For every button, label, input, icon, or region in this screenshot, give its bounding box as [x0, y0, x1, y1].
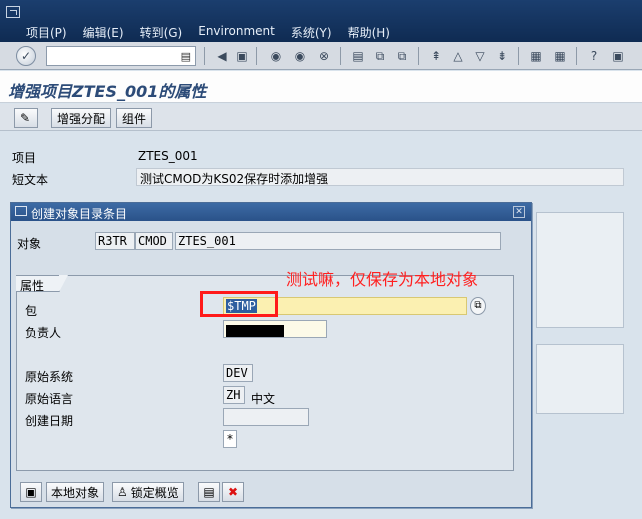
application-toolbar: ✎ 增强分配 组件 [0, 104, 642, 131]
toolbar-separator [340, 47, 341, 65]
short-text-label: 短文本 [12, 173, 49, 187]
toolbar-separator [204, 47, 205, 65]
previous-page-icon[interactable]: △ [448, 46, 468, 66]
background-panel [536, 212, 624, 328]
save-icon[interactable]: ▣ [232, 46, 252, 66]
local-object-label: 本地对象 [51, 485, 100, 500]
dialog-footer: ▣ 本地对象 ♙ 锁定概览 ▤ ✖ [16, 481, 526, 505]
orig-system-field: DEV [223, 364, 253, 382]
star-field: * [223, 430, 237, 448]
create-catalog-entry-dialog: 创建对象目录条目 ✕ 对象 R3TR CMOD ZTES_001 属性 包 $T… [10, 202, 532, 508]
display-change-button[interactable]: ✎ [14, 108, 38, 128]
find-icon[interactable]: ⧉ [370, 46, 390, 66]
print-icon[interactable]: ▤ [348, 46, 368, 66]
cancel-icon: ✖ [227, 485, 239, 499]
last-page-icon[interactable]: ⇟ [492, 46, 512, 66]
owner-redacted [226, 324, 284, 337]
value-help-icon[interactable]: ⧉ [470, 297, 486, 315]
cancel-button[interactable]: ✖ [222, 482, 244, 502]
orig-lang-name: 中文 [251, 392, 276, 406]
lock-overview-label: 锁定概览 [130, 485, 179, 500]
next-page-icon[interactable]: ▽ [470, 46, 490, 66]
enhance-assign-button[interactable]: 增强分配 [51, 108, 112, 128]
help-icon[interactable]: ? [584, 46, 604, 66]
collapse-icon[interactable]: ◀ [212, 46, 232, 66]
new-session-icon[interactable]: ▦ [526, 46, 546, 66]
object-name-field: ZTES_001 [175, 232, 501, 250]
owner-field[interactable] [223, 320, 327, 338]
owner-label: 负责人 [25, 326, 62, 340]
toolbar-separator [518, 47, 519, 65]
pencil-icon: ✎ [20, 111, 31, 125]
save-button[interactable]: ▣ [20, 482, 42, 502]
menu-project[interactable]: 项目(P) [26, 24, 67, 41]
menu-help[interactable]: 帮助(H) [348, 24, 390, 41]
orig-system-label: 原始系统 [25, 370, 74, 384]
highlight-box [200, 291, 278, 317]
short-text-value: 测试CMOD为KS02保存时添加增强 [136, 168, 624, 186]
local-object-button[interactable]: 本地对象 [46, 482, 105, 502]
person-icon: ♙ [117, 485, 128, 499]
page-title: 增强项目ZTES_001的属性 [8, 82, 207, 101]
close-icon[interactable]: ✕ [513, 206, 525, 218]
orig-lang-label: 原始语言 [25, 392, 74, 406]
lock-overview-button[interactable]: ♙ 锁定概览 [112, 482, 184, 502]
transport-button[interactable]: ▤ [198, 482, 220, 502]
orig-lang-field: ZH [223, 386, 245, 404]
enter-icon[interactable]: ✓ [16, 46, 36, 66]
save-icon: ▣ [25, 485, 37, 499]
project-value: ZTES_001 [138, 149, 198, 163]
menu-edit[interactable]: 编辑(E) [83, 24, 124, 41]
object-type-field: CMOD [135, 232, 173, 250]
menu-environment[interactable]: Environment [198, 24, 275, 41]
dialog-title-bar: 创建对象目录条目 ✕ [11, 203, 531, 221]
shortcut-icon[interactable]: ▦ [550, 46, 570, 66]
command-field[interactable]: ▤ [46, 46, 196, 66]
components-button[interactable]: 组件 [116, 108, 153, 128]
menu-bar: 项目(P) 编辑(E) 转到(G) Environment 系统(Y) 帮助(H… [0, 0, 642, 42]
back-icon[interactable]: ◉ [266, 46, 286, 66]
dialog-title: 创建对象目录条目 [31, 207, 128, 221]
attributes-group-title: 属性 [16, 275, 68, 293]
toolbar-separator [418, 47, 419, 65]
created-date-field [223, 408, 309, 426]
object-label: 对象 [17, 237, 42, 251]
exit-icon[interactable]: ◉ [290, 46, 310, 66]
toolbar-separator [576, 47, 577, 65]
menu-items: 项目(P) 编辑(E) 转到(G) Environment 系统(Y) 帮助(H… [26, 24, 390, 41]
background-panel [536, 344, 624, 414]
toolbar-separator [256, 47, 257, 65]
dialog-window-icon [15, 206, 27, 216]
transport-icon: ▤ [203, 485, 215, 499]
package-label: 包 [25, 304, 38, 318]
cancel-icon[interactable]: ⊗ [314, 46, 334, 66]
title-bar: 增强项目ZTES_001的属性 [0, 71, 642, 103]
find-next-icon[interactable]: ⧉ [392, 46, 412, 66]
menu-system[interactable]: 系统(Y) [291, 24, 332, 41]
created-date-label: 创建日期 [25, 414, 74, 428]
object-pgmid-field: R3TR [95, 232, 135, 250]
standard-toolbar: ✓ ▤ ◀ ▣ ◉ ◉ ⊗ ▤ ⧉ ⧉ ⇞ △ ▽ ⇟ ▦ ▦ ? ▣ [0, 42, 642, 70]
window-menu-icon[interactable] [6, 6, 20, 18]
layout-menu-icon[interactable]: ▣ [608, 46, 628, 66]
command-history-icon[interactable]: ▤ [181, 50, 191, 63]
menu-goto[interactable]: 转到(G) [140, 24, 183, 41]
project-label: 项目 [12, 151, 37, 165]
annotation-text: 测试嘛，仅保存为本地对象 [286, 270, 479, 289]
first-page-icon[interactable]: ⇞ [426, 46, 446, 66]
